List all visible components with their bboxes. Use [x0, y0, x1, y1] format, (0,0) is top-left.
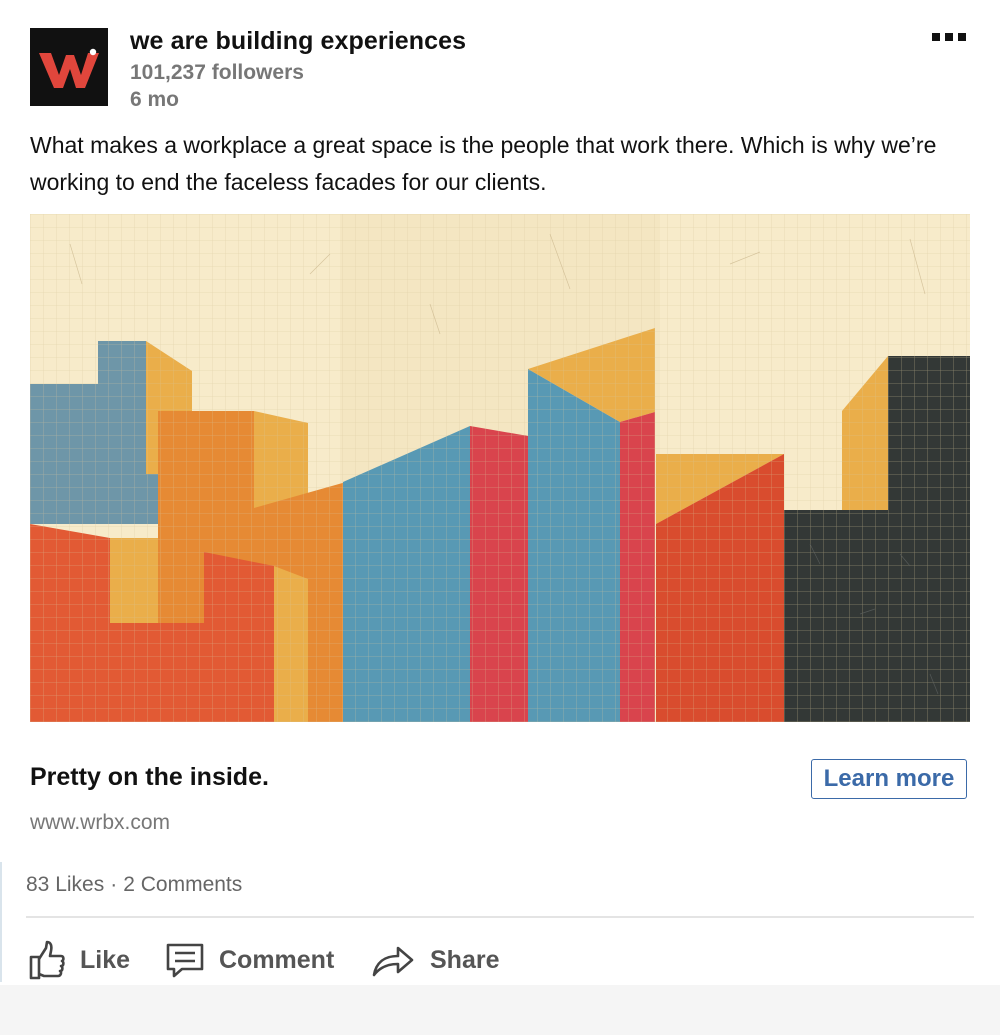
comment-bubble-icon: [166, 943, 204, 978]
link-url[interactable]: www.wrbx.com: [30, 811, 170, 835]
city-buildings-illustration: [30, 214, 970, 722]
thumbs-up-icon: [29, 940, 65, 980]
company-name[interactable]: we are building experiences: [130, 27, 466, 56]
count-separator: ·: [110, 873, 118, 896]
comment-label: Comment: [219, 945, 335, 974]
comment-button[interactable]: Comment: [165, 932, 334, 988]
like-label: Like: [80, 945, 131, 974]
post-image[interactable]: [30, 214, 970, 722]
share-button[interactable]: Share: [370, 932, 499, 988]
link-headline[interactable]: Pretty on the inside.: [30, 763, 269, 792]
more-options-icon[interactable]: [932, 28, 974, 42]
engagement-counts: 83 Likes · 2 Comments: [26, 873, 242, 897]
like-button[interactable]: Like: [28, 932, 130, 988]
share-arrow-icon: [372, 946, 414, 977]
divider: [26, 916, 974, 918]
post-text: What makes a workplace a great space is …: [30, 132, 937, 195]
bottom-edge: [0, 985, 1000, 1035]
likes-count[interactable]: 83 Likes: [26, 873, 104, 896]
follower-count: 101,237 followers: [130, 61, 304, 84]
learn-more-button[interactable]: Learn more: [811, 759, 967, 799]
post-age: 6 mo: [130, 88, 180, 111]
comments-count[interactable]: 2 Comments: [123, 873, 242, 896]
company-logo[interactable]: [30, 28, 108, 106]
logo-mark-icon: [30, 28, 108, 106]
share-label: Share: [430, 945, 500, 974]
left-border: [0, 862, 2, 982]
